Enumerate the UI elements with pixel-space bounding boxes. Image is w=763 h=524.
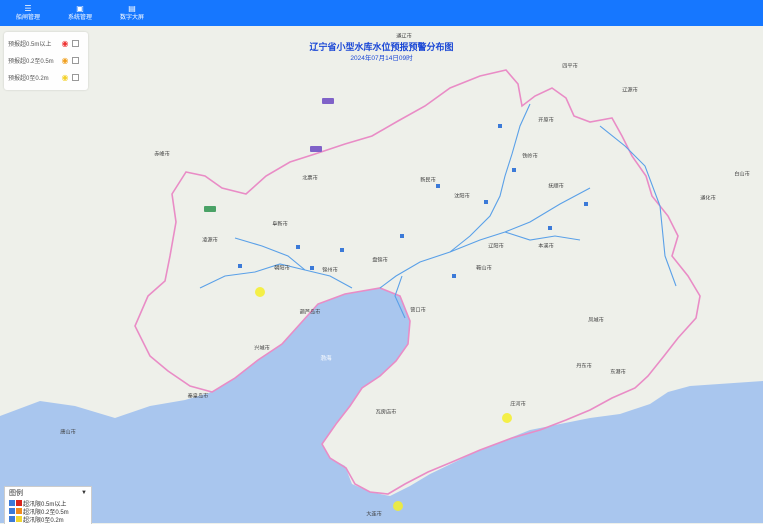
nav-item-label: 系统管理: [67, 14, 92, 21]
place-label: 辽阳市: [488, 243, 504, 250]
filter-yellow[interactable]: 预报超0至0.2m ◉: [4, 69, 88, 86]
place-label: 庄河市: [510, 401, 526, 408]
place-label: 凌源市: [202, 237, 218, 244]
filter-checkbox[interactable]: [72, 57, 79, 64]
place-label: 通辽市: [396, 33, 412, 40]
legend-header[interactable]: 图例 ▼: [5, 487, 91, 499]
warning-filter-panel: 预报超0.5m以上 ◉ 预报超0.2至0.5m ◉ 预报超0至0.2m ◉: [4, 32, 88, 90]
dalian-warning: [393, 501, 403, 511]
nav-item-ship-lock[interactable]: ☰ 船闸管理: [6, 4, 50, 23]
legend-swatch: [16, 500, 22, 506]
reservoir-marker: [436, 184, 440, 188]
nav-item-label: 数字大屏: [119, 14, 144, 21]
place-label: 抚顺市: [548, 183, 564, 190]
place-label: 瓦房店市: [375, 409, 397, 416]
place-label: 开原市: [538, 117, 554, 124]
reservoir-marker: [548, 226, 552, 230]
reservoir-marker: [498, 124, 502, 128]
map-canvas[interactable]: [0, 26, 763, 523]
chevron-down-icon[interactable]: ▼: [81, 490, 87, 496]
map-svg: [0, 26, 763, 523]
place-label: 丹东市: [576, 363, 592, 370]
place-label: 兴城市: [254, 345, 270, 352]
location-pin-icon: ◉: [61, 73, 69, 82]
reservoir-marker: [238, 264, 242, 268]
filter-checkbox[interactable]: [72, 40, 79, 47]
legend-label: 超汛限0至0.2m: [23, 517, 64, 524]
legend-swatch: [16, 508, 22, 514]
place-label: 沈阳市: [454, 193, 470, 200]
filter-orange[interactable]: 预报超0.2至0.5m ◉: [4, 52, 88, 69]
filter-label: 预报超0.5m以上: [8, 42, 52, 48]
place-label: 朝阳市: [274, 265, 290, 272]
reservoir-marker: [400, 234, 404, 238]
place-label: 大连市: [366, 511, 382, 518]
reservoir-marker: [584, 202, 588, 206]
place-label: 北票市: [302, 175, 318, 182]
place-label: 凤城市: [588, 317, 604, 324]
place-label: 白山市: [734, 171, 750, 178]
location-pin-icon: ◉: [61, 39, 69, 48]
place-label: 铁岭市: [522, 153, 538, 160]
legend-swatch: [9, 500, 15, 506]
zhuanghe-warning: [502, 413, 512, 423]
legend-swatch: [9, 516, 15, 522]
place-label: 唐山市: [60, 429, 76, 436]
place-label: 新民市: [420, 177, 436, 184]
yellow-sea-east: [690, 381, 763, 523]
reservoir-marker: [484, 200, 488, 204]
reservoir-marker: [512, 168, 516, 172]
nav-item-system[interactable]: ▣ 系统管理: [58, 4, 102, 23]
place-label: 阜新市: [272, 221, 288, 228]
filter-red[interactable]: 预报超0.5m以上 ◉: [4, 35, 88, 52]
place-label: 盘锦市: [372, 257, 388, 264]
reservoir-marker: [452, 274, 456, 278]
place-label: 鞍山市: [476, 265, 492, 272]
sea-label: 渤海: [320, 356, 332, 362]
legend-title: 图例: [9, 490, 23, 497]
map-legend: 图例 ▼ 超汛限0.5m以上 超汛限0.2至0.5m 超汛限0至0.2m: [4, 486, 92, 524]
road-shield: [310, 146, 322, 152]
reservoir-marker: [310, 266, 314, 270]
screen-icon: ▤: [128, 3, 136, 13]
nav-item-label: 船闸管理: [15, 14, 40, 21]
reservoir-marker: [340, 248, 344, 252]
map-subtitle: 2024年07月14日09时: [350, 55, 413, 62]
place-label: 通化市: [700, 195, 716, 202]
play-icon: ▣: [76, 3, 84, 13]
place-label: 营口市: [410, 307, 426, 314]
nav-item-digital-screen[interactable]: ▤ 数字大屏: [110, 4, 154, 23]
road-shield: [204, 206, 216, 212]
legend-swatch: [16, 516, 22, 522]
filter-label: 预报超0.2至0.5m: [8, 59, 54, 65]
reservoir-marker: [296, 245, 300, 249]
place-label: 四平市: [562, 63, 578, 70]
location-pin-icon: ◉: [61, 56, 69, 65]
place-label: 东港市: [610, 369, 626, 376]
road-shield: [322, 98, 334, 104]
place-label: 葫芦岛市: [299, 309, 321, 316]
legend-item: 超汛限0至0.2m: [5, 515, 91, 524]
place-label: 本溪市: [538, 243, 554, 250]
filter-checkbox[interactable]: [72, 74, 79, 81]
place-label: 辽源市: [622, 87, 638, 94]
menu-icon: ☰: [24, 3, 32, 13]
place-label: 锦州市: [322, 267, 338, 274]
place-label: 赤峰市: [154, 151, 170, 158]
legend-swatch: [9, 508, 15, 514]
top-navigation-bar: ☰ 船闸管理 ▣ 系统管理 ▤ 数字大屏: [0, 0, 763, 26]
place-label: 秦皇岛市: [187, 393, 209, 400]
chaoyang-warning: [255, 287, 265, 297]
filter-label: 预报超0至0.2m: [8, 76, 49, 82]
